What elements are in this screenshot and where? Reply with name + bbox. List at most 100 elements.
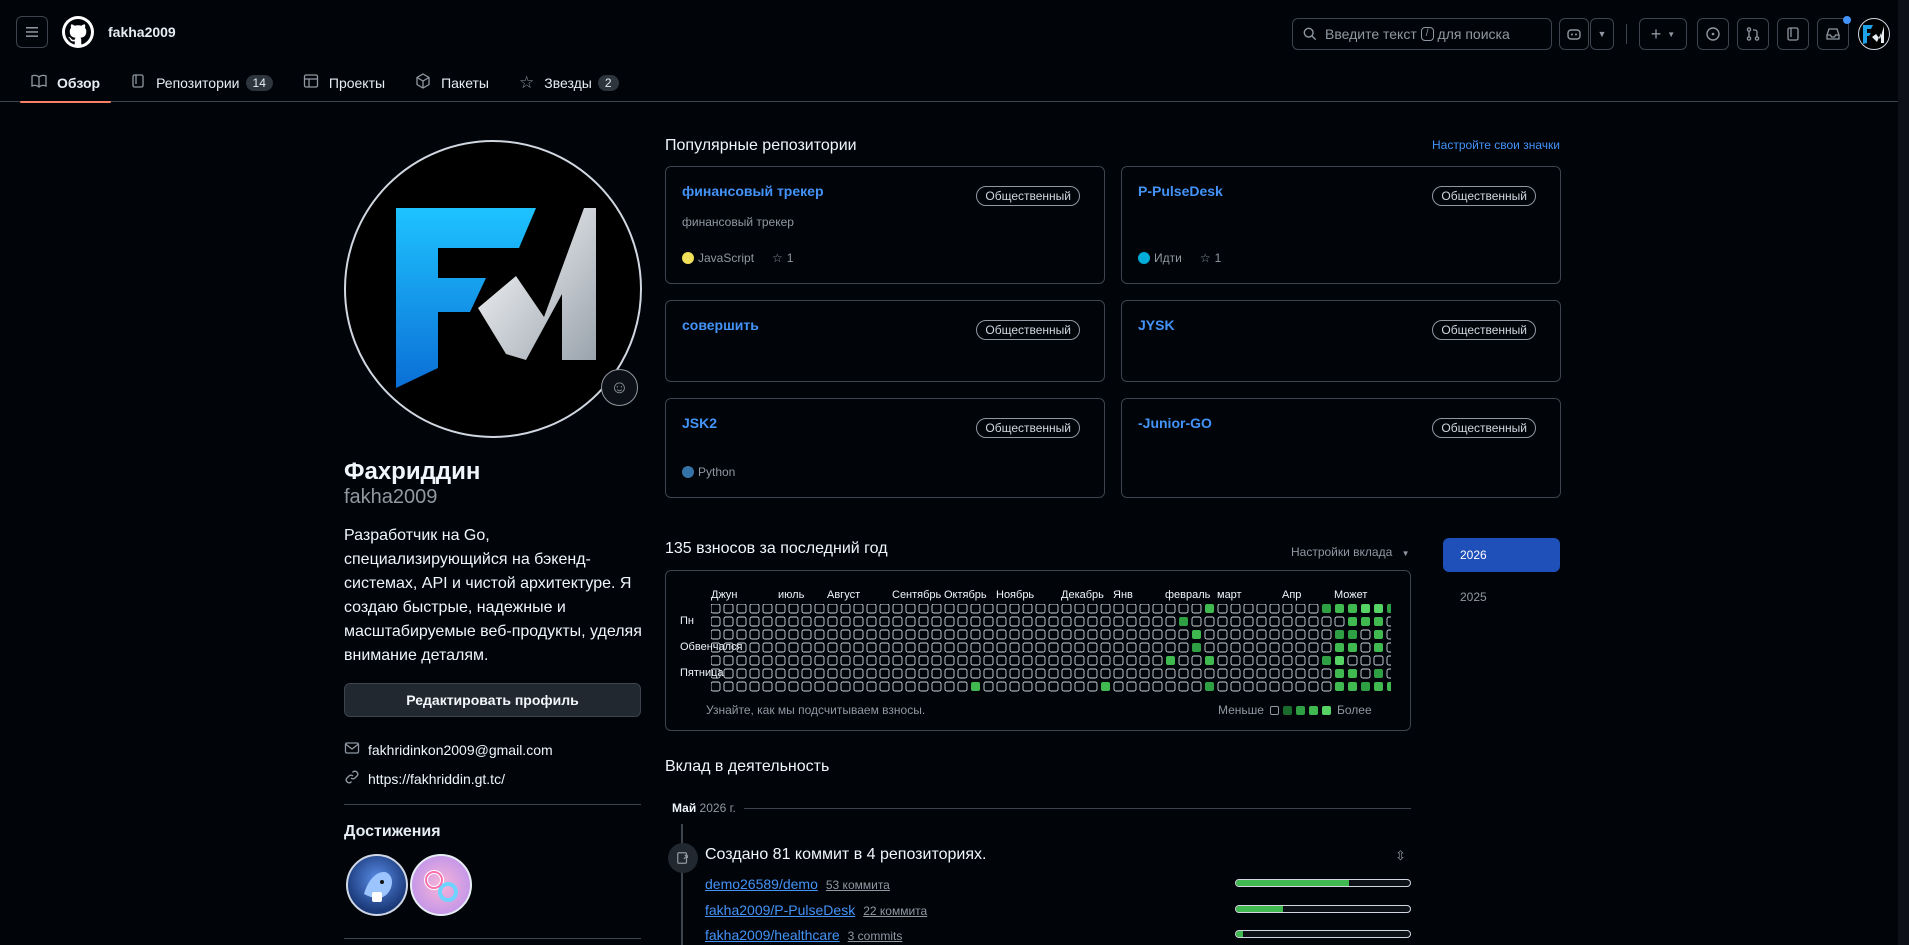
contribution-cell[interactable] [1191, 604, 1202, 614]
contribution-cell[interactable] [1048, 681, 1059, 692]
contribution-cell[interactable] [1100, 629, 1111, 640]
user-avatar-small[interactable] [1858, 18, 1890, 50]
profile-email[interactable]: fakhridinkon2009@gmail.com [344, 740, 553, 759]
contribution-cell[interactable] [1165, 642, 1176, 653]
contribution-cell[interactable] [788, 642, 799, 653]
profile-website[interactable]: https://fakhriddin.gt.tc/ [344, 769, 505, 788]
contribution-cell[interactable] [723, 655, 734, 666]
contribution-cell[interactable] [1308, 642, 1319, 653]
contribution-cell[interactable] [736, 642, 747, 653]
contribution-cell[interactable] [1335, 604, 1344, 613]
contribution-cell[interactable] [827, 681, 838, 692]
issues-button[interactable] [1697, 18, 1729, 50]
contribution-cell[interactable] [853, 629, 864, 640]
contribution-cell[interactable] [1217, 604, 1228, 614]
contribution-cell[interactable] [1374, 604, 1383, 613]
contribution-cell[interactable] [1087, 604, 1098, 614]
contribution-cell[interactable] [788, 629, 799, 640]
contribution-cell[interactable] [736, 629, 747, 640]
contribution-cell[interactable] [983, 668, 994, 679]
contribution-cell[interactable] [840, 629, 851, 640]
contribution-cell[interactable] [1217, 642, 1228, 653]
contribution-cell[interactable] [996, 616, 1007, 627]
contribution-cell[interactable] [788, 604, 799, 614]
pinned-repo-name[interactable]: -Junior-GO [1138, 415, 1212, 431]
contribution-cell[interactable] [1373, 655, 1384, 666]
contribution-cell[interactable] [1348, 630, 1357, 639]
contribution-cell[interactable] [1126, 629, 1137, 640]
contribution-cell[interactable] [1139, 668, 1150, 679]
contribution-cell[interactable] [840, 681, 851, 692]
contribution-cell[interactable] [1217, 616, 1228, 627]
contribution-cell[interactable] [971, 682, 980, 691]
contribution-cell[interactable] [1335, 669, 1344, 678]
activity-commit-count[interactable]: 3 commits [848, 929, 903, 943]
edit-profile-button[interactable]: Редактировать профиль [344, 683, 641, 717]
contribution-cell[interactable] [1269, 655, 1280, 666]
contribution-cell[interactable] [1009, 655, 1020, 666]
contribution-cell[interactable] [1126, 668, 1137, 679]
contribution-cell[interactable] [1165, 604, 1176, 614]
contribution-cell[interactable] [1074, 668, 1085, 679]
contribution-cell[interactable] [1152, 668, 1163, 679]
contribution-cell[interactable] [736, 681, 747, 692]
contribution-cell[interactable] [905, 629, 916, 640]
contribution-cell[interactable] [1191, 616, 1202, 627]
contribution-cell[interactable] [801, 629, 812, 640]
contribution-cell[interactable] [840, 642, 851, 653]
contribution-cell[interactable] [1308, 629, 1319, 640]
contribution-cell[interactable] [1204, 642, 1215, 653]
contribution-cell[interactable] [1009, 604, 1020, 614]
contribution-cell[interactable] [892, 668, 903, 679]
contribution-cell[interactable] [736, 655, 747, 666]
learn-contributions-link[interactable]: Узнайте, как мы подсчитываем взносы. [706, 703, 925, 717]
contribution-cell[interactable] [866, 629, 877, 640]
contribution-cell[interactable] [1269, 681, 1280, 692]
contribution-cell[interactable] [879, 604, 890, 614]
contribution-cell[interactable] [1191, 668, 1202, 679]
contribution-cell[interactable] [736, 604, 747, 614]
contribution-cell[interactable] [723, 616, 734, 627]
contribution-cell[interactable] [1192, 630, 1201, 639]
contribution-cell[interactable] [918, 604, 929, 614]
contribution-cell[interactable] [711, 616, 721, 627]
contribution-cell[interactable] [1048, 629, 1059, 640]
contribution-cell[interactable] [1243, 616, 1254, 627]
contribution-cell[interactable] [749, 604, 760, 614]
contribution-cell[interactable] [1256, 668, 1267, 679]
contribution-cell[interactable] [711, 668, 721, 679]
contribution-cell[interactable] [1009, 668, 1020, 679]
contribution-cell[interactable] [1230, 604, 1241, 614]
contribution-cell[interactable] [1126, 681, 1137, 692]
contribution-cell[interactable] [1282, 655, 1293, 666]
contribution-cell[interactable] [1295, 681, 1306, 692]
contribution-cell[interactable] [1152, 629, 1163, 640]
contribution-cell[interactable] [866, 668, 877, 679]
contribution-cell[interactable] [775, 604, 786, 614]
contribution-cell[interactable] [1009, 616, 1020, 627]
contribution-cell[interactable] [1374, 643, 1383, 652]
contribution-cell[interactable] [1165, 668, 1176, 679]
contribution-cell[interactable] [983, 655, 994, 666]
contribution-cell[interactable] [1256, 604, 1267, 614]
contribution-cell[interactable] [1022, 668, 1033, 679]
contribution-cell[interactable] [983, 616, 994, 627]
contribution-cell[interactable] [1009, 629, 1020, 640]
contribution-cell[interactable] [983, 604, 994, 614]
contribution-cell[interactable] [1165, 616, 1176, 627]
contribution-cell[interactable] [918, 681, 929, 692]
contribution-cell[interactable] [1165, 681, 1176, 692]
contribution-cell[interactable] [736, 616, 747, 627]
contribution-cell[interactable] [1361, 604, 1370, 613]
contribution-cell[interactable] [957, 629, 968, 640]
contribution-cell[interactable] [853, 604, 864, 614]
contribution-cell[interactable] [1022, 642, 1033, 653]
contribution-cell[interactable] [1022, 604, 1033, 614]
contribution-cell[interactable] [1217, 629, 1228, 640]
contribution-cell[interactable] [1139, 642, 1150, 653]
contribution-cell[interactable] [944, 655, 955, 666]
contribution-cell[interactable] [1113, 681, 1124, 692]
contribution-cell[interactable] [1139, 655, 1150, 666]
activity-commit-count[interactable]: 53 коммита [826, 878, 890, 892]
contribution-cell[interactable] [1360, 655, 1371, 666]
